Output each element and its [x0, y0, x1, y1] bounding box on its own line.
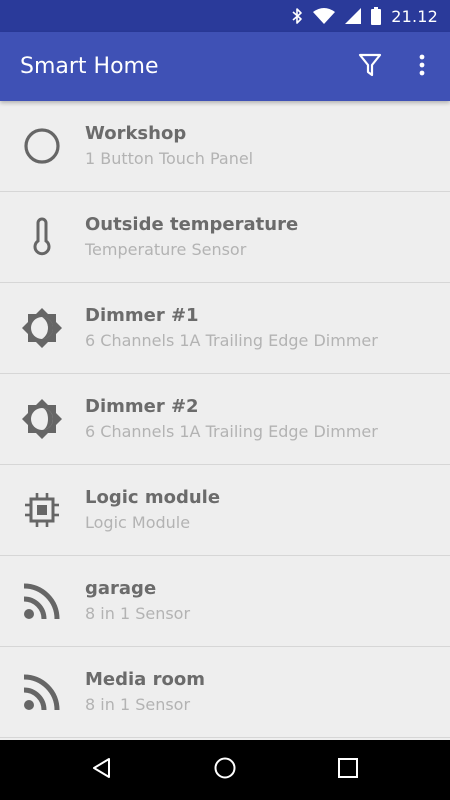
list-item[interactable]: Logic module Logic Module — [0, 465, 450, 556]
status-clock: 21.12 — [391, 6, 438, 26]
filter-icon — [358, 52, 382, 82]
device-type: Logic Module — [85, 512, 191, 532]
device-type: 8 in 1 Sensor — [85, 694, 191, 714]
navigation-bar — [0, 740, 450, 800]
list-item[interactable]: Outside temperature Temperature Sensor — [0, 192, 450, 283]
rss-icon — [0, 647, 85, 738]
device-type: 8 in 1 Sensor — [85, 603, 191, 623]
status-bar: 21.12 — [0, 0, 450, 32]
device-name: Workshop — [85, 122, 187, 144]
device-name: Dimmer #2 — [85, 395, 199, 417]
wifi-icon — [313, 8, 336, 24]
back-icon — [90, 756, 114, 784]
brightness-icon — [0, 374, 85, 465]
list-item[interactable]: Media room 8 in 1 Sensor — [0, 647, 450, 738]
rss-icon — [0, 556, 85, 647]
device-type: Temperature Sensor — [85, 239, 247, 259]
home-icon — [213, 756, 237, 784]
bluetooth-icon — [291, 7, 303, 25]
overflow-menu-icon — [419, 54, 425, 80]
recents-button[interactable] — [318, 740, 378, 800]
battery-icon — [371, 7, 382, 25]
device-name: garage — [85, 577, 157, 599]
recents-icon — [337, 757, 359, 783]
device-type: 1 Button Touch Panel — [85, 148, 254, 168]
list-item[interactable]: Dimmer #1 6 Channels 1A Trailing Edge Di… — [0, 283, 450, 374]
device-name: Media room — [85, 668, 205, 690]
device-name: Dimmer #1 — [85, 304, 199, 326]
overflow-menu-button[interactable] — [400, 45, 444, 89]
device-type: 6 Channels 1A Trailing Edge Dimmer — [85, 421, 378, 441]
signal-icon — [345, 8, 362, 24]
app-title: Smart Home — [20, 54, 159, 79]
device-type: 6 Channels 1A Trailing Edge Dimmer — [85, 330, 378, 350]
device-name: Logic module — [85, 486, 221, 508]
device-list[interactable]: Workshop 1 Button Touch Panel Outside te… — [0, 101, 450, 739]
brightness-icon — [0, 283, 85, 374]
list-item[interactable]: garage 8 in 1 Sensor — [0, 556, 450, 647]
list-item[interactable]: Dimmer #2 6 Channels 1A Trailing Edge Di… — [0, 374, 450, 465]
thermometer-icon — [0, 192, 85, 283]
list-item[interactable]: Workshop 1 Button Touch Panel — [0, 101, 450, 192]
home-button[interactable] — [195, 740, 255, 800]
circle-outline-icon — [0, 101, 85, 192]
back-button[interactable] — [72, 740, 132, 800]
app-bar: Smart Home — [0, 32, 450, 101]
device-name: Outside temperature — [85, 213, 299, 235]
chip-icon — [0, 465, 85, 556]
filter-button[interactable] — [348, 45, 392, 89]
